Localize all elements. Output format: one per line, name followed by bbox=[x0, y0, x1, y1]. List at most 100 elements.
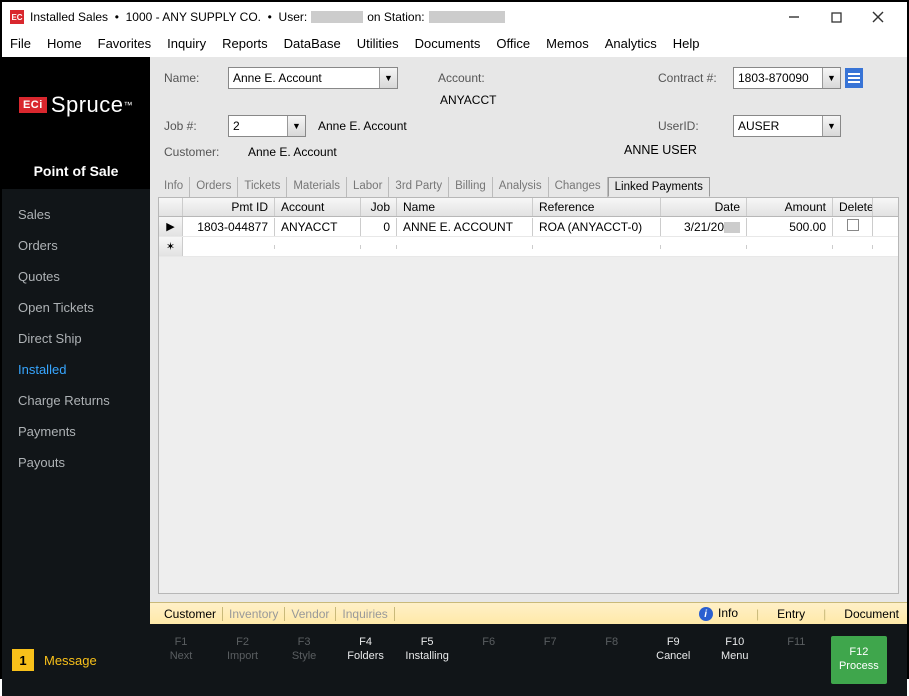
fkey-f5[interactable]: F5Installing bbox=[400, 636, 454, 684]
tab-linked-payments[interactable]: Linked Payments bbox=[608, 177, 710, 197]
list-icon[interactable] bbox=[845, 68, 863, 88]
menu-documents[interactable]: Documents bbox=[415, 36, 481, 51]
fkey-f6: F6 bbox=[462, 636, 516, 684]
col-delete[interactable]: Delete bbox=[833, 198, 873, 216]
table-new-row[interactable]: ✶ bbox=[159, 237, 898, 257]
tab-labor[interactable]: Labor bbox=[347, 177, 389, 197]
tab-3rd-party[interactable]: 3rd Party bbox=[389, 177, 449, 197]
fkey-f9[interactable]: F9Cancel bbox=[646, 636, 700, 684]
title-app: Installed Sales bbox=[30, 10, 108, 24]
chevron-down-icon[interactable]: ▼ bbox=[287, 116, 305, 136]
fkey-f12[interactable]: F12Process bbox=[831, 636, 887, 684]
fkey-f3: F3Style bbox=[277, 636, 331, 684]
name-input[interactable] bbox=[229, 71, 379, 85]
menu-office[interactable]: Office bbox=[496, 36, 530, 51]
fkey-f8: F8 bbox=[585, 636, 639, 684]
new-row-icon[interactable]: ✶ bbox=[159, 237, 183, 256]
nav-open-tickets[interactable]: Open Tickets bbox=[2, 292, 150, 323]
info-icon: i bbox=[699, 607, 713, 621]
chevron-down-icon[interactable]: ▼ bbox=[379, 68, 397, 88]
delete-checkbox[interactable] bbox=[847, 219, 859, 231]
tab-analysis[interactable]: Analysis bbox=[493, 177, 549, 197]
nav-charge-returns[interactable]: Charge Returns bbox=[2, 385, 150, 416]
message-label: Message bbox=[44, 653, 97, 668]
close-button[interactable] bbox=[857, 3, 899, 31]
tab-orders[interactable]: Orders bbox=[190, 177, 238, 197]
nav-quotes[interactable]: Quotes bbox=[2, 261, 150, 292]
menu-database[interactable]: DataBase bbox=[284, 36, 341, 51]
cell-date: 3/21/20 bbox=[661, 218, 747, 236]
job-input[interactable] bbox=[229, 119, 287, 133]
cell-delete[interactable] bbox=[833, 217, 873, 236]
btab-inventory[interactable]: Inventory bbox=[223, 607, 285, 621]
chevron-down-icon[interactable]: ▼ bbox=[822, 68, 840, 88]
nav-installed[interactable]: Installed bbox=[2, 354, 150, 385]
job-combo[interactable]: ▼ bbox=[228, 115, 306, 137]
message-block[interactable]: 1 Message bbox=[12, 649, 144, 671]
nav-sales[interactable]: Sales bbox=[2, 199, 150, 230]
tab-tickets[interactable]: Tickets bbox=[238, 177, 287, 197]
title-user-prefix: User: bbox=[279, 10, 308, 24]
account-value: ANYACCT bbox=[440, 93, 496, 107]
menu-reports[interactable]: Reports bbox=[222, 36, 268, 51]
document-link[interactable]: Document bbox=[844, 607, 899, 621]
nav-payouts[interactable]: Payouts bbox=[2, 447, 150, 478]
cell-name: ANNE E. ACCOUNT bbox=[397, 218, 533, 236]
name-combo[interactable]: ▼ bbox=[228, 67, 398, 89]
cell-account: ANYACCT bbox=[275, 218, 361, 236]
btab-customer[interactable]: Customer bbox=[158, 607, 223, 621]
fkey-f10[interactable]: F10Menu bbox=[708, 636, 762, 684]
col-date[interactable]: Date bbox=[661, 198, 747, 216]
menu-analytics[interactable]: Analytics bbox=[605, 36, 657, 51]
fkey-f4[interactable]: F4Folders bbox=[339, 636, 393, 684]
menu-home[interactable]: Home bbox=[47, 36, 82, 51]
tab-changes[interactable]: Changes bbox=[549, 177, 608, 197]
minimize-button[interactable] bbox=[773, 3, 815, 31]
menu-file[interactable]: File bbox=[10, 36, 31, 51]
fkey-f2: F2Import bbox=[216, 636, 270, 684]
app-logo-icon: EC bbox=[10, 10, 24, 24]
btab-inquiries[interactable]: Inquiries bbox=[336, 607, 394, 621]
contract-combo[interactable]: ▼ bbox=[733, 67, 841, 89]
date-masked bbox=[724, 222, 740, 233]
userid-input[interactable] bbox=[734, 119, 822, 133]
menu-utilities[interactable]: Utilities bbox=[357, 36, 399, 51]
menu-favorites[interactable]: Favorites bbox=[98, 36, 151, 51]
col-reference[interactable]: Reference bbox=[533, 198, 661, 216]
linked-payments-grid: Pmt ID Account Job Name Reference Date A… bbox=[158, 197, 899, 594]
grid-header: Pmt ID Account Job Name Reference Date A… bbox=[159, 198, 898, 217]
tab-materials[interactable]: Materials bbox=[287, 177, 347, 197]
nav-orders[interactable]: Orders bbox=[2, 230, 150, 261]
col-job[interactable]: Job bbox=[361, 198, 397, 216]
footer-bar: 1 Message F1NextF2ImportF3StyleF4Folders… bbox=[2, 624, 907, 696]
nav-direct-ship[interactable]: Direct Ship bbox=[2, 323, 150, 354]
brand-area: ECiSpruce™ bbox=[2, 57, 150, 153]
contract-label: Contract #: bbox=[658, 71, 733, 85]
btab-vendor[interactable]: Vendor bbox=[285, 607, 336, 621]
title-user-masked bbox=[311, 11, 363, 23]
col-amount[interactable]: Amount bbox=[747, 198, 833, 216]
bottom-tab-strip: Customer Inventory Vendor Inquiries i In… bbox=[150, 602, 907, 624]
title-station-prefix: on Station: bbox=[367, 10, 424, 24]
cell-pmt-id: 1803-044877 bbox=[183, 218, 275, 236]
entry-link[interactable]: Entry bbox=[777, 607, 805, 621]
maximize-button[interactable] bbox=[815, 3, 857, 31]
cell-amount: 500.00 bbox=[747, 218, 833, 236]
menu-help[interactable]: Help bbox=[673, 36, 700, 51]
tab-info[interactable]: Info bbox=[158, 177, 190, 197]
col-pmt-id[interactable]: Pmt ID bbox=[183, 198, 275, 216]
customer-label: Customer: bbox=[164, 145, 228, 159]
contract-input[interactable] bbox=[734, 71, 822, 85]
table-row[interactable]: ▶ 1803-044877 ANYACCT 0 ANNE E. ACCOUNT … bbox=[159, 217, 898, 237]
info-link[interactable]: i Info bbox=[699, 606, 738, 622]
col-name[interactable]: Name bbox=[397, 198, 533, 216]
menu-memos[interactable]: Memos bbox=[546, 36, 589, 51]
nav-payments[interactable]: Payments bbox=[2, 416, 150, 447]
chevron-down-icon[interactable]: ▼ bbox=[822, 116, 840, 136]
userid-combo[interactable]: ▼ bbox=[733, 115, 841, 137]
tab-billing[interactable]: Billing bbox=[449, 177, 493, 197]
fkey-f11: F11 bbox=[769, 636, 823, 684]
row-indicator-icon[interactable]: ▶ bbox=[159, 217, 183, 236]
col-account[interactable]: Account bbox=[275, 198, 361, 216]
menu-inquiry[interactable]: Inquiry bbox=[167, 36, 206, 51]
